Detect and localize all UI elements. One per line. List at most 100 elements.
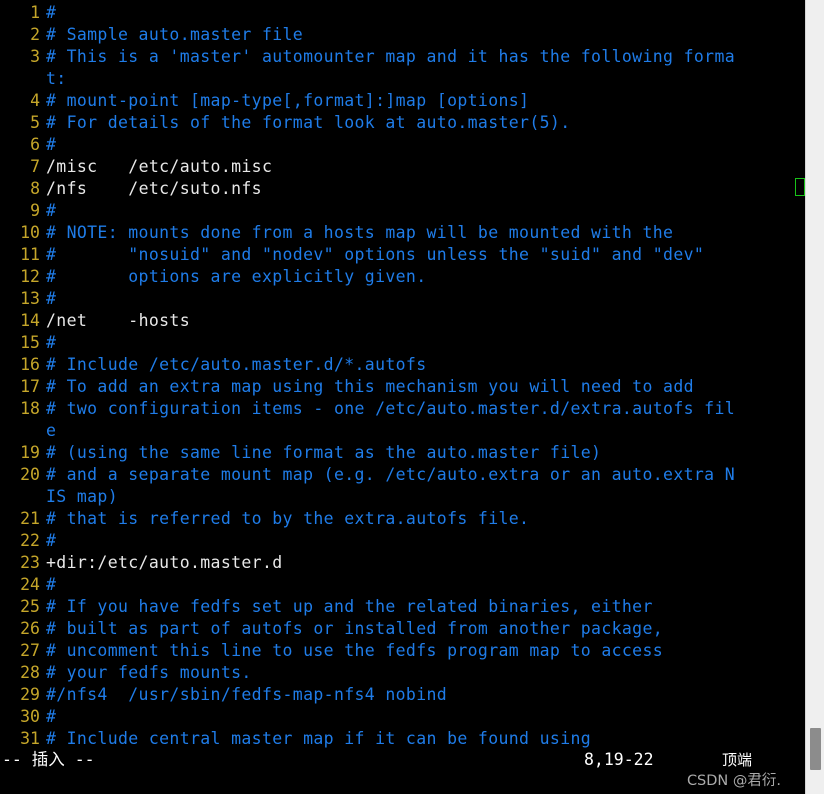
vertical-scrollbar-thumb[interactable] <box>810 728 821 770</box>
line-number: 26 <box>20 619 40 638</box>
text-cursor <box>795 178 805 196</box>
line-text: # your fedfs mounts. <box>46 663 252 682</box>
buffer-line[interactable]: 9 # <box>0 200 805 222</box>
buffer-line[interactable]: 15 # <box>0 332 805 354</box>
terminal-surface[interactable]: 1 #2 # Sample auto.master file 3 # This is a… <box>0 0 805 794</box>
buffer-line[interactable]: 21 # that is referred to by the extra.aut… <box>0 508 805 530</box>
vim-mode-indicator: -- 插入 -- <box>2 750 95 769</box>
line-text: # <box>46 575 57 594</box>
line-number: 12 <box>20 267 40 286</box>
line-number: 17 <box>20 377 40 396</box>
line-number: 22 <box>20 531 40 550</box>
line-text: #/nfs4 /usr/sbin/fedfs-map-nfs4 nobind <box>46 685 448 704</box>
line-text: # <box>46 289 57 308</box>
line-number: 9 <box>30 201 40 220</box>
buffer-line[interactable]: 20 # and a separate mount map (e.g. /etc/… <box>0 464 805 486</box>
line-text: +dir:/etc/auto.master.d <box>46 553 283 572</box>
buffer-line[interactable]: 8/nfs /etc/suto.nfs <box>0 178 805 200</box>
buffer-line[interactable]: 16 # Include /etc/auto.master.d/*.autofs <box>0 354 805 376</box>
line-number: 20 <box>20 465 40 484</box>
buffer-line[interactable]: 27 # uncomment this line to use the fedfs… <box>0 640 805 662</box>
line-text: # <box>46 333 57 352</box>
csdn-watermark: CSDN @君衍. <box>686 773 781 789</box>
line-number: 5 <box>30 113 40 132</box>
line-number: 11 <box>20 245 40 264</box>
line-number: 29 <box>20 685 40 704</box>
line-text-wrapped: IS map) <box>46 487 118 506</box>
line-number: 7 <box>30 157 40 176</box>
line-text: # <box>46 201 57 220</box>
line-number: 6 <box>30 135 40 154</box>
line-number: 13 <box>20 289 40 308</box>
line-text: # that is referred to by the extra.autof… <box>46 509 530 528</box>
line-number: 10 <box>20 223 40 242</box>
line-text: # Include central master map if it can b… <box>46 729 592 748</box>
line-number: 2 <box>30 25 40 44</box>
buffer-line[interactable]: 4 # mount-point [map-type[,format]:]map [… <box>0 90 805 112</box>
line-number: 14 <box>20 311 40 330</box>
line-number: 15 <box>20 333 40 352</box>
line-text: /misc /etc/auto.misc <box>46 157 273 176</box>
buffer-line[interactable]: 13 # <box>0 288 805 310</box>
line-text: # <box>46 3 57 22</box>
buffer-line-wrap[interactable]: t: <box>0 68 805 90</box>
line-text: # <box>46 531 57 550</box>
buffer-line[interactable]: 30 # <box>0 706 805 728</box>
line-text: # (using the same line format as the aut… <box>46 443 602 462</box>
line-text: # <box>46 707 57 726</box>
buffer-line[interactable]: 29 #/nfs4 /usr/sbin/fedfs-map-nfs4 nobind <box>0 684 805 706</box>
line-text: # Include /etc/auto.master.d/*.autofs <box>46 355 427 374</box>
line-number: 8 <box>30 179 40 198</box>
line-text: # uncomment this line to use the fedfs p… <box>46 641 664 660</box>
buffer-line[interactable]: 14/net -hosts <box>0 310 805 332</box>
buffer-line[interactable]: 25 # If you have fedfs set up and the rel… <box>0 596 805 618</box>
line-text: # "nosuid" and "nodev" options unless th… <box>46 245 705 264</box>
buffer-line[interactable]: 28 # your fedfs mounts. <box>0 662 805 684</box>
line-text: # To add an extra map using this mechani… <box>46 377 694 396</box>
buffer-line[interactable]: 26 # built as part of autofs or installed… <box>0 618 805 640</box>
line-text: # built as part of autofs or installed f… <box>46 619 664 638</box>
line-number: 30 <box>20 707 40 726</box>
buffer-line[interactable]: 1 # <box>0 2 805 24</box>
buffer-line[interactable]: 2 # Sample auto.master file <box>0 24 805 46</box>
line-text: # Sample auto.master file <box>46 25 304 44</box>
buffer-line[interactable]: 7/misc /etc/auto.misc <box>0 156 805 178</box>
line-text: # This is a 'master' automounter map and… <box>46 47 736 66</box>
line-number: 23 <box>20 553 40 572</box>
buffer-line[interactable]: 6 # <box>0 134 805 156</box>
line-text: /nfs /etc/suto.nfs <box>46 179 262 198</box>
buffer-line[interactable]: 23 +dir:/etc/auto.master.d <box>0 552 805 574</box>
line-text-wrapped: t: <box>46 69 67 88</box>
line-text: # and a separate mount map (e.g. /etc/au… <box>46 465 736 484</box>
buffer-line[interactable]: 24 # <box>0 574 805 596</box>
line-number: 28 <box>20 663 40 682</box>
buffer-line[interactable]: 12 # options are explicitly given. <box>0 266 805 288</box>
vertical-scrollbar-track[interactable] <box>805 0 824 794</box>
buffer-line[interactable]: 22 # <box>0 530 805 552</box>
line-number: 21 <box>20 509 40 528</box>
cursor-position-indicator: 8,19-22 <box>584 750 654 769</box>
line-number: 25 <box>20 597 40 616</box>
line-text: # two configuration items - one /etc/aut… <box>46 399 736 418</box>
buffer-line[interactable]: 5 # For details of the format look at aut… <box>0 112 805 134</box>
buffer-line[interactable]: 19 # (using the same line format as the a… <box>0 442 805 464</box>
buffer-line[interactable]: 11 # "nosuid" and "nodev" options unless … <box>0 244 805 266</box>
buffer-line[interactable]: 18 # two configuration items - one /etc/a… <box>0 398 805 420</box>
vim-status-line: -- 插入 -- 8,19-22 顶端 <box>0 748 805 772</box>
line-number: 16 <box>20 355 40 374</box>
line-text: /net -hosts <box>46 311 190 330</box>
line-number: 24 <box>20 575 40 594</box>
vim-editor-window: 1 #2 # Sample auto.master file 3 # This is a… <box>0 0 824 794</box>
text-buffer[interactable]: 1 #2 # Sample auto.master file 3 # This is a… <box>0 0 805 750</box>
line-number: 31 <box>20 729 40 748</box>
buffer-line[interactable]: 3 # This is a 'master' automounter map an… <box>0 46 805 68</box>
line-text: # mount-point [map-type[,format]:]map [o… <box>46 91 530 110</box>
buffer-line[interactable]: 31 # Include central master map if it can… <box>0 728 805 750</box>
line-number: 3 <box>30 47 40 66</box>
buffer-line[interactable]: 17 # To add an extra map using this mecha… <box>0 376 805 398</box>
line-text-wrapped: e <box>46 421 57 440</box>
line-number: 18 <box>20 399 40 418</box>
buffer-line[interactable]: 10 # NOTE: mounts done from a hosts map w… <box>0 222 805 244</box>
buffer-line-wrap[interactable]: e <box>0 420 805 442</box>
buffer-line-wrap[interactable]: IS map) <box>0 486 805 508</box>
